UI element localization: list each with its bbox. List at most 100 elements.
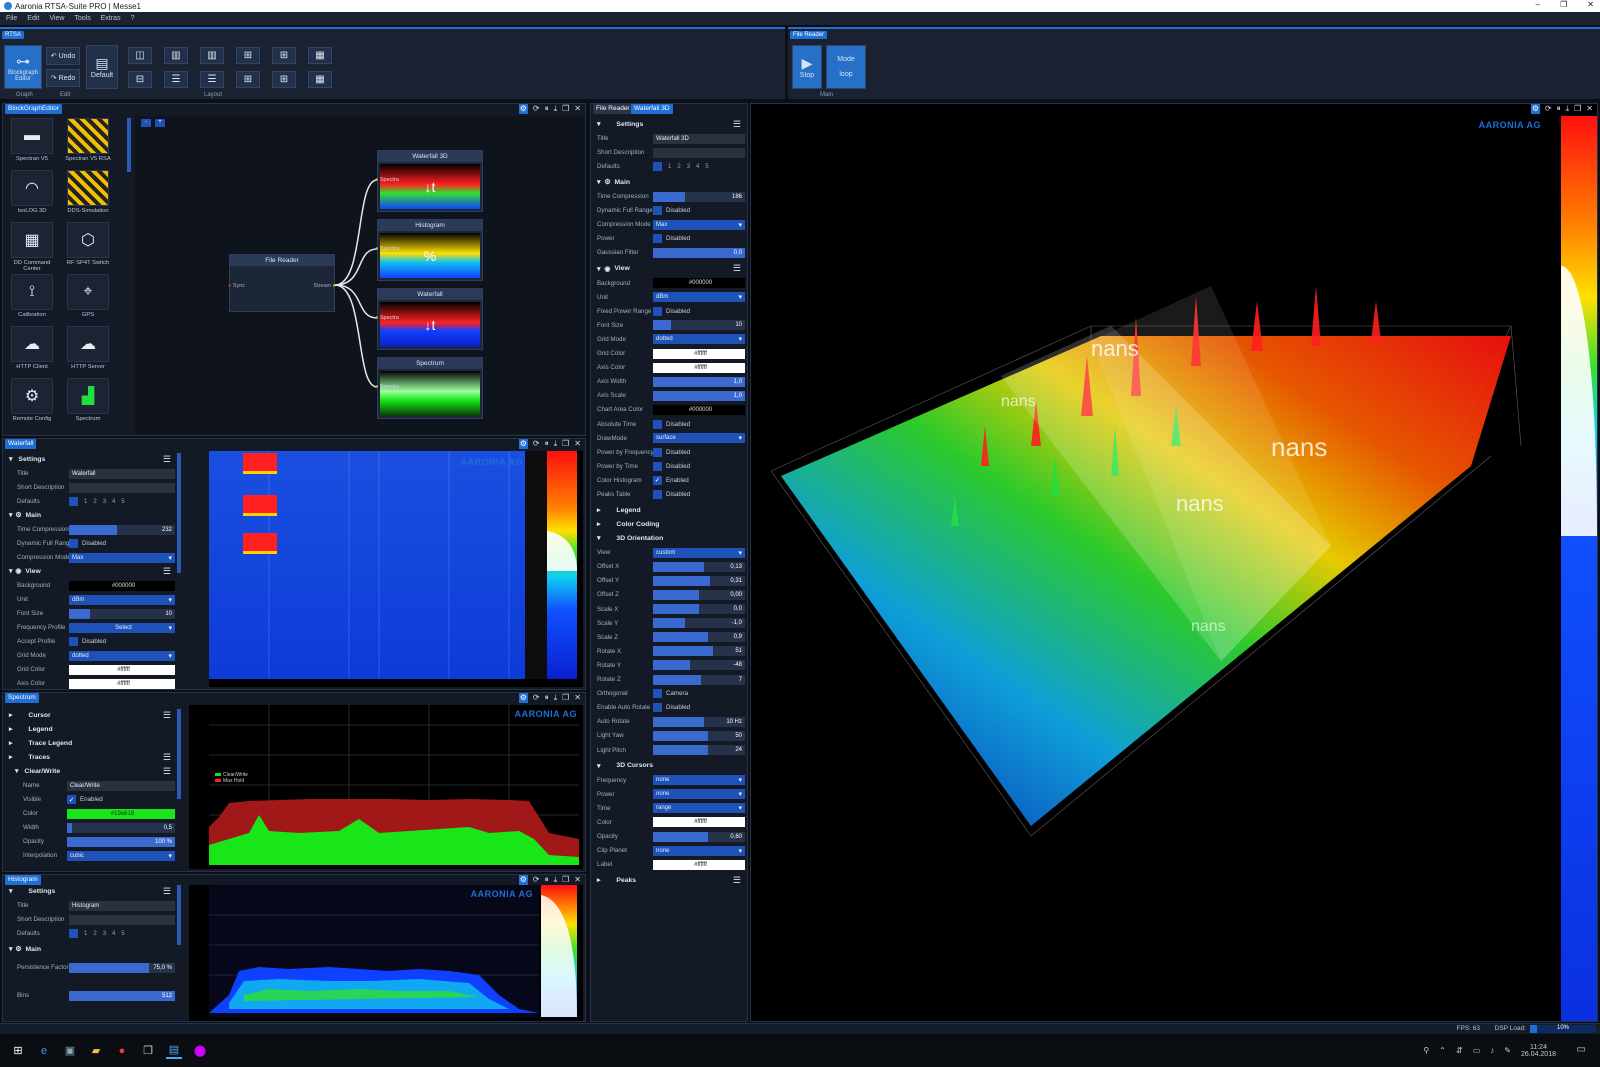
close-icon[interactable]: ✕	[1586, 104, 1593, 114]
layout-8-button[interactable]: ☰	[164, 71, 188, 88]
block-gps[interactable]: ⌖ GPS	[65, 274, 111, 318]
tab-histogram[interactable]: Histogram	[5, 875, 41, 885]
time-compression-slider[interactable]: 186	[653, 191, 745, 202]
light-pitch-slider[interactable]: 24	[653, 745, 745, 755]
download-icon[interactable]: ⤓	[554, 875, 558, 885]
gear-icon[interactable]: ⚙	[518, 875, 528, 885]
gaussian-filter-slider[interactable]: 0,0	[653, 247, 745, 258]
short-desc-field[interactable]	[653, 147, 745, 158]
axis-color-field[interactable]: #ffffff	[653, 362, 745, 373]
port-spectra[interactable]: ● Spectra	[375, 384, 399, 390]
view-select[interactable]: custom	[653, 547, 745, 558]
gear-icon[interactable]: ⚙	[518, 104, 528, 114]
section-peaks[interactable]: ▸ Peaks ☰	[595, 874, 745, 886]
tray-chevron-icon[interactable]: ⌃	[1439, 1046, 1446, 1055]
block-dds-simulation[interactable]: DDS-Simulation	[65, 170, 111, 214]
section-main[interactable]: ▾ ⚙ Main	[7, 943, 175, 955]
close-icon[interactable]: ✕	[574, 875, 581, 885]
peaks-table-checkbox[interactable]	[653, 490, 662, 499]
layout-9-button[interactable]: ☰	[200, 71, 224, 88]
tab-waterfall-3d[interactable]: Waterfall 3D	[631, 104, 673, 114]
clock[interactable]: 11:24 26.04.2018	[1521, 1044, 1556, 1058]
node-histogram[interactable]: Histogram% ● Spectra	[375, 219, 483, 281]
visible-checkbox[interactable]: ✓	[67, 795, 76, 804]
popout-icon[interactable]: ❐	[1574, 104, 1581, 114]
refresh-icon[interactable]: ⟳	[533, 693, 540, 703]
section-main[interactable]: ▾ ⚙ Main	[7, 509, 175, 521]
section-color-coding[interactable]: ▸ Color Coding	[595, 518, 745, 530]
tray-display-icon[interactable]: ▭	[1473, 1046, 1481, 1055]
pause-icon[interactable]: ⏸	[545, 875, 549, 885]
background-color[interactable]: #000000	[69, 580, 175, 591]
port-spectra[interactable]: ● Spectra	[375, 246, 399, 252]
pause-icon[interactable]: ⏸	[1557, 104, 1561, 114]
node-file-reader[interactable]: File Reader ● Sync Stream ●	[228, 254, 336, 312]
grid-color-field[interactable]: #ffffff	[69, 664, 175, 675]
offset-z-slider[interactable]: 0,00	[653, 589, 745, 600]
scale-y-slider[interactable]: -1,0	[653, 618, 745, 629]
node-waterfall[interactable]: Waterfall ↓t ● Spectra	[375, 288, 483, 350]
close-icon[interactable]: ✕	[574, 439, 581, 449]
block-http-client[interactable]: ☁ HTTP Client	[9, 326, 55, 370]
menu-icon[interactable]: ☰	[733, 875, 741, 886]
stop-button[interactable]: ▶ Stop	[792, 45, 822, 89]
zoom-minus-button[interactable]: -	[141, 119, 151, 127]
windows-icon[interactable]: ❐	[140, 1043, 156, 1059]
block-remote-config[interactable]: ⚙ Remote Config	[9, 378, 55, 422]
block-dd-command-center[interactable]: ▦ DD Command Center	[9, 222, 55, 272]
scale-z-slider[interactable]: 0,9	[653, 632, 745, 643]
tray-volume-icon[interactable]: ♪	[1490, 1046, 1494, 1055]
layout-6-button[interactable]: ▦	[308, 47, 332, 64]
port-spectra[interactable]: ● Spectra	[375, 315, 399, 321]
minimize-button[interactable]: –	[1536, 0, 1540, 9]
gear-icon[interactable]: ⚙	[1530, 104, 1540, 114]
download-icon[interactable]: ⤓	[554, 693, 558, 703]
histogram-plot[interactable]: AARONIA AG	[189, 885, 583, 1021]
undo-button[interactable]: ↶ Undo	[46, 47, 80, 65]
light-yaw-slider[interactable]: 50	[653, 730, 745, 741]
menu-icon[interactable]: ☰	[733, 263, 741, 274]
waterfall-3d-plot[interactable]: nans nans nans nans nans AARONIA AG	[751, 116, 1597, 1021]
axis-color-field[interactable]: #ffffff	[69, 678, 175, 689]
waterfall-plot[interactable]: AARONIA AG	[209, 451, 583, 687]
layout-7-button[interactable]: ⊟	[128, 71, 152, 88]
axis-width-slider[interactable]: 1,0	[653, 376, 745, 387]
section-view[interactable]: ▾ ◉ View ☰	[7, 565, 175, 577]
rotate-x-slider[interactable]: 51	[653, 646, 745, 657]
enable-auto-rotate-checkbox[interactable]	[653, 703, 662, 713]
grid-color-field[interactable]: #ffffff	[653, 348, 745, 359]
redo-button[interactable]: ↷ Redo	[46, 69, 80, 87]
power-by-frequency-checkbox[interactable]	[653, 447, 662, 457]
font-size-slider[interactable]: 10	[653, 320, 745, 331]
background-field[interactable]: #000000	[653, 278, 745, 288]
popout-icon[interactable]: ❐	[562, 104, 569, 114]
orthogonal-checkbox[interactable]	[653, 689, 662, 699]
block-http-server[interactable]: ☁ HTTP Server	[65, 326, 111, 370]
menu-icon[interactable]: ☰	[163, 454, 171, 465]
layout-11-button[interactable]: ⊞	[272, 71, 296, 88]
refresh-icon[interactable]: ⟳	[533, 104, 540, 114]
offset-x-slider[interactable]: 0,13	[653, 561, 745, 572]
defaults-selector[interactable]: 12345	[69, 497, 125, 506]
tab-file-reader[interactable]: File Reader	[593, 104, 633, 114]
section-clear-write[interactable]: ▾ Clear/Write ☰	[7, 765, 175, 777]
port-sync[interactable]: ● Sync	[228, 283, 245, 289]
title-field[interactable]: Waterfall 3D	[653, 133, 745, 144]
trace-name-field[interactable]: Clear/Write	[67, 780, 175, 791]
node-spectrum[interactable]: Spectrum ● Spectra	[375, 357, 483, 419]
settings-scrollbar[interactable]	[177, 885, 181, 945]
dynamic-full-range-checkbox[interactable]	[653, 206, 662, 216]
graph-canvas[interactable]: - + File Reader ● Sync Stream ● Waterfal…	[135, 116, 585, 434]
menu-tools[interactable]: Tools	[74, 15, 90, 22]
scale-x-slider[interactable]: 0,0	[653, 604, 745, 614]
accept-profile-checkbox[interactable]	[69, 637, 78, 646]
pause-icon[interactable]: ⏸	[545, 439, 549, 449]
defaults-selector[interactable]: 12345	[69, 929, 125, 938]
section-traces[interactable]: ▸ Traces ☰	[7, 751, 175, 763]
tray-person-icon[interactable]: ⚲	[1423, 1046, 1429, 1055]
edge-browser-icon[interactable]: e	[36, 1043, 52, 1059]
axis-scale-slider[interactable]: 1,0	[653, 390, 745, 401]
map-pin-icon[interactable]: ⬤	[192, 1043, 208, 1059]
absolute-time-checkbox[interactable]	[653, 419, 662, 429]
tab-waterfall[interactable]: Waterfall	[5, 439, 37, 449]
